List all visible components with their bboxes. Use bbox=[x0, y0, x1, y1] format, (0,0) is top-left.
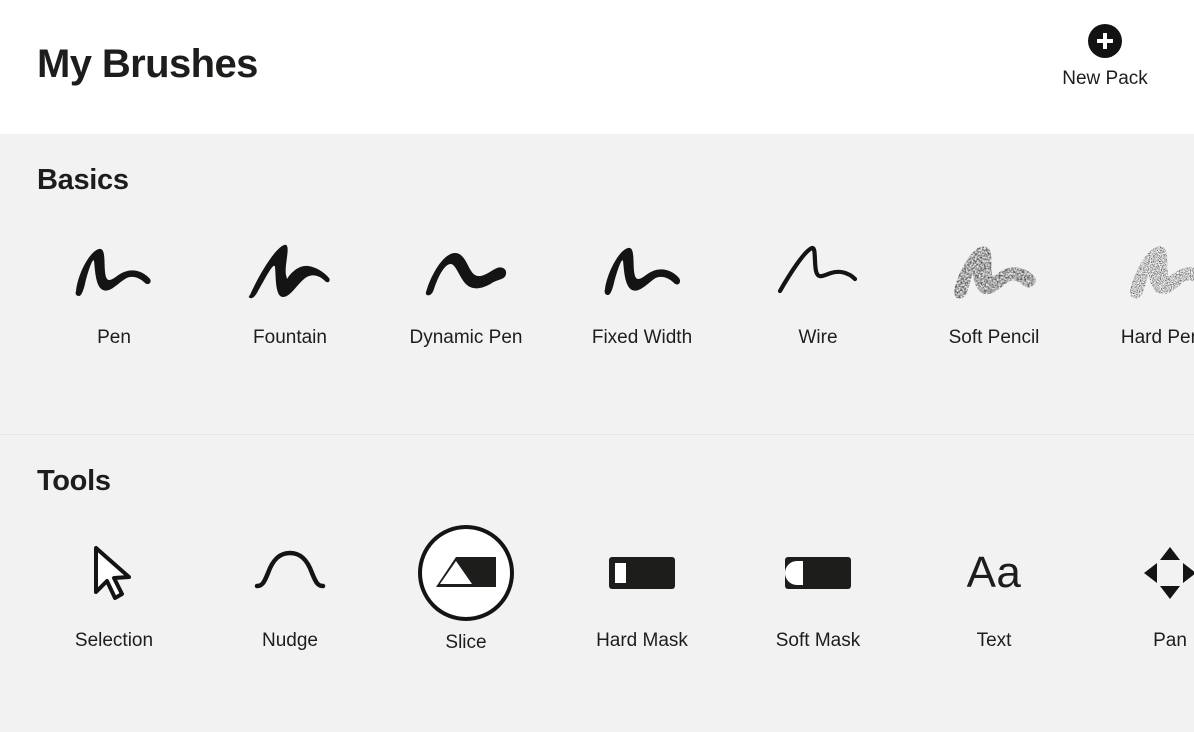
brush-label: Pen bbox=[97, 327, 131, 348]
tool-label: Pan bbox=[1153, 630, 1187, 651]
tool-label: Soft Mask bbox=[775, 630, 861, 651]
brush-label: Fountain bbox=[253, 327, 327, 348]
section-title-basics: Basics bbox=[37, 164, 129, 196]
text-aa-icon: Aa bbox=[966, 548, 1022, 597]
tool-label: Hard Mask bbox=[596, 630, 688, 651]
tool-label: Nudge bbox=[262, 630, 318, 651]
brush-item-fixed-width[interactable]: Fixed Width bbox=[554, 222, 730, 350]
brush-stroke-wire-icon bbox=[763, 222, 873, 318]
brush-item-pen[interactable]: Pen bbox=[26, 222, 202, 350]
brush-stroke-hard-pencil-icon bbox=[1115, 222, 1194, 318]
tool-label: Selection bbox=[74, 630, 154, 651]
tool-item-nudge[interactable]: Nudge bbox=[202, 525, 378, 653]
section-title-tools: Tools bbox=[37, 465, 111, 497]
pan-arrows-icon bbox=[1115, 525, 1194, 621]
brush-stroke-dynamic-pen-icon bbox=[411, 222, 521, 318]
brush-item-fountain[interactable]: Fountain bbox=[202, 222, 378, 350]
soft-mask-icon bbox=[763, 525, 873, 621]
brush-label: Fixed Width bbox=[591, 327, 693, 348]
tool-item-selection[interactable]: Selection bbox=[26, 525, 202, 653]
tool-item-text[interactable]: Aa Text bbox=[906, 525, 1082, 653]
brush-label: Hard Pencil bbox=[1120, 327, 1194, 348]
tool-row[interactable]: Selection Nudge Slice Hard Mask Soft Mas… bbox=[0, 525, 1194, 655]
brush-item-hard-pencil[interactable]: Hard Pencil bbox=[1082, 222, 1194, 350]
new-pack-label: New Pack bbox=[1062, 68, 1148, 89]
brush-item-soft-pencil[interactable]: Soft Pencil bbox=[906, 222, 1082, 350]
tool-label: Text bbox=[976, 630, 1012, 651]
section-tools: Tools Selection Nudge Slice Hard Mask So… bbox=[0, 434, 1194, 732]
brush-item-wire[interactable]: Wire bbox=[730, 222, 906, 350]
tool-item-hard-mask[interactable]: Hard Mask bbox=[554, 525, 730, 653]
tool-label: Slice bbox=[445, 632, 487, 653]
wave-curve-icon bbox=[235, 525, 345, 621]
page-title: My Brushes bbox=[37, 42, 258, 86]
hard-mask-icon bbox=[587, 525, 697, 621]
new-pack-button[interactable]: New Pack bbox=[1053, 24, 1157, 90]
my-brushes-screen: My Brushes New Pack Basics Pen Fountain … bbox=[0, 0, 1194, 732]
slice-shape-icon bbox=[418, 525, 514, 621]
brush-label: Soft Pencil bbox=[948, 327, 1040, 348]
brush-stroke-fountain-icon bbox=[235, 222, 345, 318]
section-basics: Basics Pen Fountain Dynamic Pen Fixed Wi… bbox=[0, 134, 1194, 434]
brush-item-dynamic-pen[interactable]: Dynamic Pen bbox=[378, 222, 554, 350]
brush-stroke-pen-icon bbox=[59, 222, 169, 318]
header: My Brushes New Pack bbox=[0, 0, 1194, 134]
tool-item-pan[interactable]: Pan bbox=[1082, 525, 1194, 653]
brush-row-basics[interactable]: Pen Fountain Dynamic Pen Fixed Width Wir… bbox=[0, 222, 1194, 350]
brush-stroke-soft-pencil-icon bbox=[939, 222, 1049, 318]
brush-label: Dynamic Pen bbox=[409, 327, 523, 348]
tool-item-slice[interactable]: Slice bbox=[378, 525, 554, 655]
cursor-arrow-icon bbox=[59, 525, 169, 621]
plus-circle-icon bbox=[1088, 24, 1122, 58]
brush-stroke-fixed-width-icon bbox=[587, 222, 697, 318]
brush-label: Wire bbox=[798, 327, 838, 348]
tool-item-soft-mask[interactable]: Soft Mask bbox=[730, 525, 906, 653]
